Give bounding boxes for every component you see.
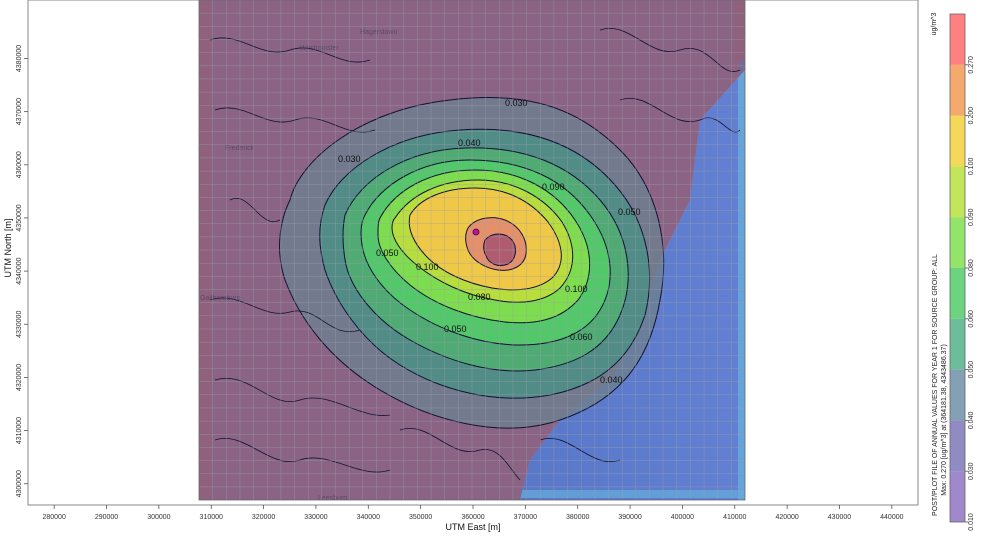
legend-swatch-3 — [950, 318, 965, 370]
legend-level-7: 0.100 — [968, 158, 975, 176]
x-tick-label-5: 330000 — [304, 514, 327, 521]
contour-label-9: 0.090 — [542, 182, 565, 192]
contour-label-5: 0.050 — [444, 324, 467, 334]
contour-label-2: 0.040 — [458, 138, 481, 148]
legend-level-8: 0.200 — [968, 107, 975, 125]
map-label-0: Westminster — [300, 45, 339, 52]
map-grid — [199, 0, 745, 500]
contour-label-4: 0.050 — [376, 248, 399, 258]
source-marker — [472, 228, 480, 236]
legend-swatch-0 — [950, 471, 965, 522]
legend-swatch-2 — [950, 369, 965, 421]
legend-level-3: 0.050 — [968, 361, 975, 379]
contour-label-3: 0.040 — [600, 375, 623, 385]
y-tick-label-5: 4350000 — [16, 204, 23, 231]
x-tick-label-2: 300000 — [147, 514, 170, 521]
x-axis: 280000 290000 300000 310000 320000 330000 3400… — [42, 505, 904, 521]
x-tick-label-8: 360000 — [461, 514, 484, 521]
y-tick-label-4: 4340000 — [16, 257, 23, 284]
legend-caption-2: Max: 0.270 [ug/m^3] at (364181.38, 43434… — [941, 344, 948, 496]
x-tick-label-15: 430000 — [828, 514, 851, 521]
x-tick-label-4: 320000 — [252, 514, 275, 521]
x-tick-label-12: 400000 — [671, 514, 694, 521]
legend-swatch-7 — [950, 115, 965, 167]
x-tick-label-7: 350000 — [409, 514, 432, 521]
contour-label-7: 0.060 — [570, 332, 593, 342]
legend-swatch-4 — [950, 268, 965, 319]
contour-label-11: 0.100 — [416, 262, 439, 272]
y-tick-label-2: 4320000 — [16, 364, 23, 391]
y-tick-label-6: 4360000 — [16, 151, 23, 178]
legend-level-9: 0.270 — [968, 56, 975, 74]
x-tick-label-9: 370000 — [514, 514, 537, 521]
x-tick-label-0: 280000 — [42, 514, 65, 521]
legend-swatch-1 — [950, 420, 965, 472]
legend-level-5: 0.080 — [968, 259, 975, 277]
contour-label-0: 0.030 — [505, 98, 528, 108]
map-label-3: Gaithersburg — [200, 295, 241, 302]
y-axis: 4300000 4310000 4320000 4330000 4340000 43500… — [16, 45, 28, 497]
x-tick-label-13: 410000 — [723, 514, 746, 521]
x-axis-label: UTM East [m] — [445, 522, 500, 532]
x-tick-label-11: 390000 — [618, 514, 641, 521]
x-tick-label-1: 290000 — [95, 514, 118, 521]
contour-label-6: 0.050 — [618, 207, 641, 217]
contour-label-10: 0.100 — [565, 284, 588, 294]
legend: 0.010 0.030 0.040 0.050 0.060 0.080 0.090 0.100… — [949, 13, 975, 531]
x-tick-label-10: 380000 — [566, 514, 589, 521]
y-tick-label-1: 4310000 — [16, 417, 23, 444]
legend-level-1: 0.030 — [968, 462, 975, 480]
contour-label-8: 0.080 — [468, 292, 491, 302]
legend-level-0: 0.010 — [968, 513, 975, 531]
y-tick-label-8: 4380000 — [16, 45, 23, 72]
contour-plot: Westminster Hagerstown Frederick Gaither… — [3, 0, 975, 532]
contour-label-1: 0.030 — [338, 154, 361, 164]
y-tick-label-3: 4330000 — [16, 311, 23, 338]
y-tick-label-7: 4370000 — [16, 98, 23, 125]
legend-caption-1: POST/PLOT FILE OF ANNUAL VALUES FOR YEAR… — [932, 254, 939, 516]
x-tick-label-16: 440000 — [880, 514, 903, 521]
y-axis-label: UTM North [m] — [3, 218, 13, 277]
legend-swatch-6 — [950, 166, 965, 218]
legend-swatch-8 — [950, 64, 965, 116]
x-tick-label-6: 340000 — [357, 514, 380, 521]
legend-level-4: 0.060 — [968, 310, 975, 328]
legend-level-2: 0.040 — [968, 412, 975, 430]
legend-unit: ug/m^3 — [931, 13, 938, 36]
map-layer: Westminster Hagerstown Frederick Gaither… — [199, 0, 745, 500]
y-tick-label-0: 4300000 — [16, 470, 23, 497]
map-label-1: Hagerstown — [360, 29, 397, 36]
x-tick-label-3: 310000 — [200, 514, 223, 521]
x-tick-label-14: 420000 — [775, 514, 798, 521]
legend-swatch-5 — [950, 217, 965, 268]
legend-level-6: 0.090 — [968, 208, 975, 226]
legend-swatch-9 — [950, 14, 965, 65]
